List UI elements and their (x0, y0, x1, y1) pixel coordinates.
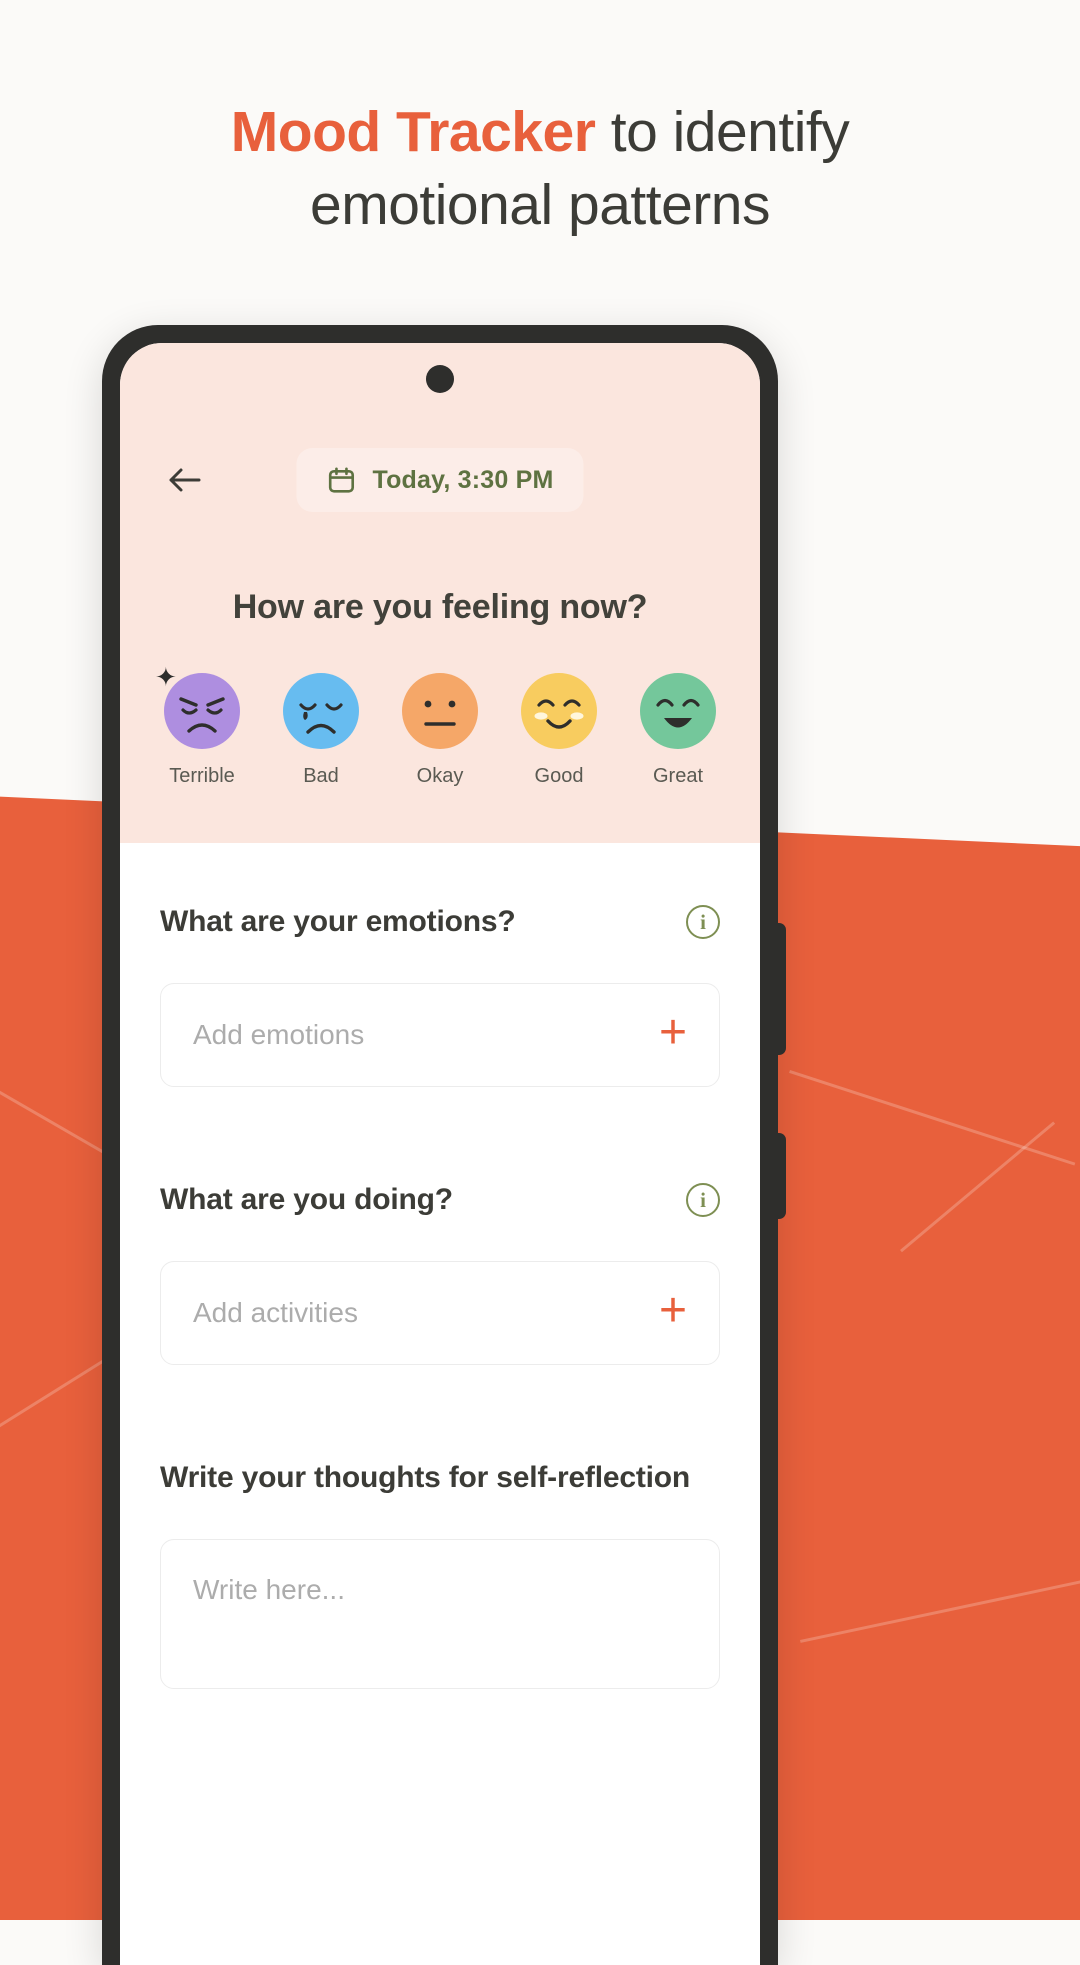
activities-section-header: What are you doing? i (160, 1121, 720, 1217)
mood-question-title: How are you feeling now? (232, 588, 648, 626)
grinning-face-icon (640, 673, 716, 749)
mood-selector-row: ✦ Terrible Bad Okay Good Great (150, 664, 730, 788)
camera-notch-icon (426, 365, 454, 393)
info-icon[interactable]: i (686, 905, 720, 939)
mood-option-great[interactable]: Great (626, 673, 730, 788)
reflection-textarea[interactable]: Write here... (160, 1539, 720, 1689)
mood-option-good[interactable]: Good (507, 673, 611, 788)
mood-label: Good (534, 765, 584, 787)
angry-face-icon: ✦ (155, 664, 240, 749)
mood-label: Terrible (169, 765, 235, 787)
reflection-title: Write your thoughts for self-reflection (160, 1461, 691, 1494)
headline-accent: Mood Tracker (230, 100, 596, 164)
mood-option-terrible[interactable]: ✦ Terrible (150, 664, 254, 788)
add-activities-field[interactable]: Add activities + (160, 1261, 720, 1365)
phone-screen: Today, 3:30 PM How are you feeling now? … (120, 343, 760, 1965)
date-chip[interactable]: Today, 3:30 PM (296, 448, 584, 512)
app-topbar: Today, 3:30 PM (120, 448, 760, 514)
headline-rest: to identify (595, 100, 850, 164)
reflection-placeholder: Write here... (193, 1574, 345, 1605)
emotions-title: What are your emotions? (160, 905, 516, 938)
entry-form-section: What are your emotions? i Add emotions +… (120, 843, 760, 1689)
add-activities-placeholder: Add activities (193, 1297, 358, 1328)
emotions-section-header: What are your emotions? i (160, 843, 720, 939)
smiling-blush-face-icon (521, 673, 597, 749)
arrow-left-icon[interactable] (160, 456, 208, 504)
calendar-icon (326, 465, 356, 495)
mood-label: Bad (303, 765, 339, 787)
headline-line2: emotional patterns (310, 172, 770, 237)
power-button[interactable] (770, 1133, 786, 1219)
date-text: Today, 3:30 PM (372, 465, 554, 494)
neutral-face-icon (402, 673, 478, 749)
sad-crying-face-icon (283, 673, 359, 749)
phone-mockup: Today, 3:30 PM How are you feeling now? … (102, 325, 786, 1965)
mood-header-section: Today, 3:30 PM How are you feeling now? … (120, 343, 760, 843)
mood-label: Great (652, 765, 704, 787)
volume-button[interactable] (770, 923, 786, 1055)
plus-icon[interactable]: + (659, 1009, 687, 1057)
reflection-section-header: Write your thoughts for self-reflection (160, 1399, 720, 1495)
page-headline: Mood Tracker to identify emotional patte… (0, 96, 1080, 242)
add-emotions-field[interactable]: Add emotions + (160, 983, 720, 1087)
mood-option-bad[interactable]: Bad (269, 673, 373, 788)
mood-label: Okay (416, 765, 464, 787)
plus-icon[interactable]: + (659, 1287, 687, 1335)
info-icon[interactable]: i (686, 1183, 720, 1217)
activities-title: What are you doing? (160, 1183, 453, 1216)
mood-option-okay[interactable]: Okay (388, 673, 492, 788)
add-emotions-placeholder: Add emotions (193, 1019, 365, 1050)
